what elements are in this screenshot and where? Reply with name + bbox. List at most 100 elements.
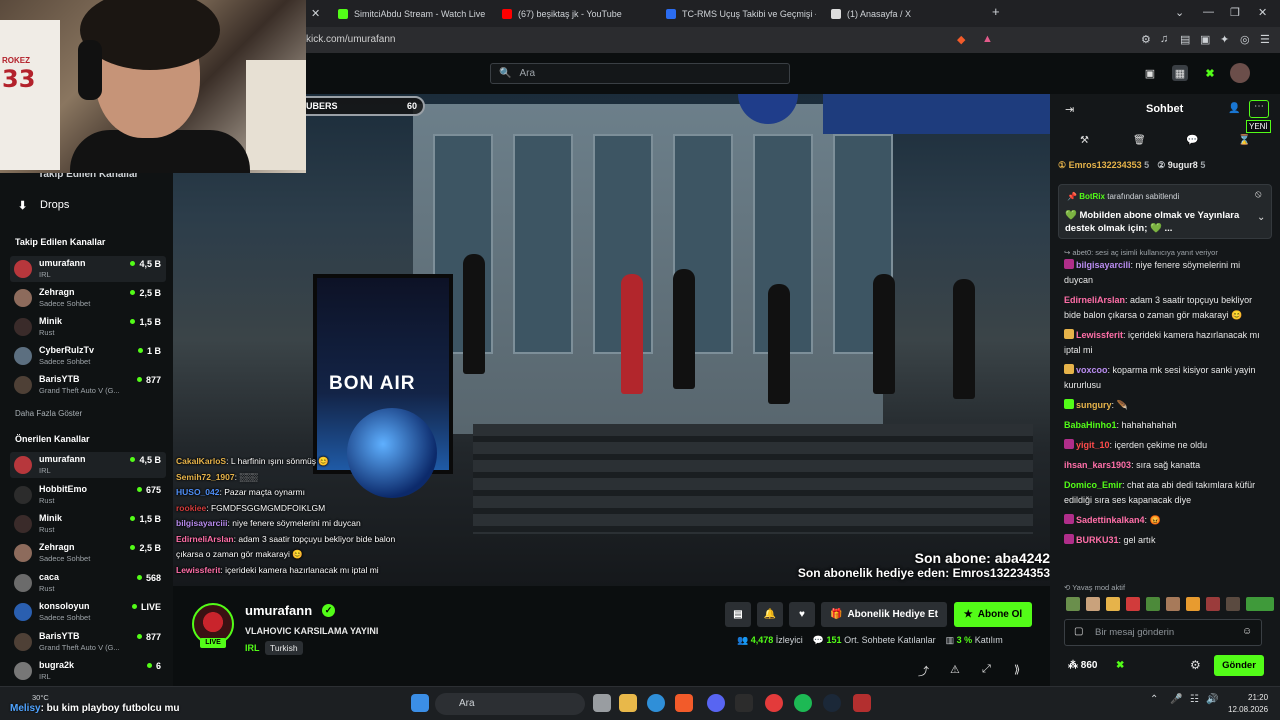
kick-icon[interactable]: ✖ <box>1116 660 1124 671</box>
chat-message[interactable]: BabaHinho1: hahahahahah <box>1064 418 1270 433</box>
emoji-icon[interactable]: ☺ <box>1242 626 1252 637</box>
gift-sub-button[interactable]: 🎁 Abonelik Hediye Et <box>821 602 947 627</box>
chat-username[interactable]: Sadettinkalkan4 <box>1076 515 1145 525</box>
chat-message[interactable]: EdirneliArslan: adam 3 saatir topçuyu be… <box>1064 293 1270 323</box>
expand-icon[interactable]: ⌄ <box>1257 212 1265 223</box>
url-field[interactable]: kick.com/umurafann <box>306 34 395 45</box>
sidebar-channel[interactable]: Minik Rust 1,5 B <box>10 511 166 537</box>
share-icon[interactable]: ⤴ <box>918 663 929 679</box>
chat-username[interactable]: BURKU31 <box>1076 535 1119 545</box>
vpn-icon[interactable]: ◎ <box>1240 33 1250 46</box>
collapse-chat-icon[interactable]: ⇥ <box>1065 103 1074 116</box>
media-icon[interactable]: ♫ <box>1160 33 1168 45</box>
channel-points[interactable]: ⁂ 860 <box>1068 660 1097 671</box>
wallet-icon[interactable]: ▣ <box>1200 33 1210 46</box>
brave-icon[interactable] <box>675 694 693 712</box>
sidebar-channel[interactable]: BarisYTB Grand Theft Auto V (G... 877 <box>10 629 166 655</box>
sidebar-channel[interactable]: Zehragn Sadece Sohbet 2,5 B <box>10 285 166 311</box>
sidebar-channel[interactable]: BarisYTB Grand Theft Auto V (G... 877 <box>10 372 166 398</box>
chat-input-icon[interactable]: ▢ <box>1074 626 1083 637</box>
sidebar-channel[interactable]: Zehragn Sadece Sohbet 2,5 B <box>10 540 166 566</box>
chat-username[interactable]: voxcoo <box>1076 365 1108 375</box>
browser-tab[interactable]: (67) beşiktaş jk - YouTube <box>502 3 652 25</box>
system-clock[interactable]: 21:20 12.08.2026 <box>1228 692 1268 716</box>
theater-mode-icon[interactable]: ⤢ <box>982 663 991 676</box>
chat-username[interactable]: ihsan_kars1903 <box>1064 460 1131 470</box>
tray-chevron-icon[interactable]: ⌃ <box>1150 694 1168 712</box>
brave-rewards-icon[interactable]: ▲ <box>982 33 993 45</box>
clips-icon[interactable]: ▣ <box>1142 65 1158 81</box>
maximize-icon[interactable]: ❐ <box>1230 6 1240 19</box>
browser-tab[interactable]: SimitciAbdu Stream - Watch Live on K <box>338 3 488 25</box>
file-explorer-icon[interactable] <box>619 694 637 712</box>
weather-widget[interactable]: 30°C <box>32 693 49 702</box>
sidebar-channel[interactable]: CyberRulzTv Sadece Sohbet 1 B <box>10 343 166 369</box>
chat-username[interactable]: sungury <box>1076 400 1112 410</box>
kick-points-icon[interactable]: ✖ <box>1202 65 1218 81</box>
sidebar-channel[interactable]: Minik Rust 1,5 B <box>10 314 166 340</box>
brave-shield-icon[interactable]: ◆ <box>957 33 965 46</box>
task-view-icon[interactable] <box>593 694 611 712</box>
emote-icon[interactable] <box>1246 597 1274 611</box>
chat-message[interactable]: ↪ abet0: sesi aç isimli kullanıcıya yanı… <box>1064 248 1270 288</box>
chat-message[interactable]: sungury: 🪶 <box>1064 398 1270 413</box>
close-window-icon[interactable]: ✕ <box>1258 6 1267 19</box>
sidebar-channel[interactable]: caca Rust 568 <box>10 570 166 596</box>
send-button[interactable]: Gönder <box>1214 655 1264 676</box>
chat-message[interactable]: BURKU31: gel artık <box>1064 533 1270 548</box>
emote-icon[interactable] <box>1146 597 1160 611</box>
report-icon[interactable]: ⚠ <box>950 663 960 676</box>
clip-button[interactable]: ▤ <box>725 602 751 627</box>
show-more-link[interactable]: Daha Fazla Göster <box>15 409 82 418</box>
chat-message[interactable]: Sadettinkalkan4: 😡 <box>1064 513 1270 528</box>
sidebar-channel[interactable]: umurafann IRL 4,5 B <box>10 452 166 478</box>
emote-icon[interactable] <box>1206 597 1220 611</box>
app-icon[interactable] <box>765 694 783 712</box>
extensions-icon[interactable]: ⚙ <box>1141 33 1151 46</box>
delete-icon[interactable]: 🗑 <box>1133 135 1146 146</box>
hide-chat-icon[interactable]: ⟫ <box>1014 663 1020 676</box>
windows-start-icon[interactable] <box>411 694 429 712</box>
chat-username[interactable]: BabaHinho1 <box>1064 420 1117 430</box>
app-icon[interactable] <box>853 694 871 712</box>
discord-icon[interactable] <box>707 694 725 712</box>
volume-icon[interactable]: 🔊 <box>1206 694 1224 712</box>
browser-tab[interactable]: TC-RMS Uçuş Takibi ve Geçmişi - Fligh <box>666 3 816 25</box>
unpin-icon[interactable]: ⦸ <box>1255 189 1262 200</box>
sidebar-icon[interactable]: ▤ <box>1180 33 1190 46</box>
sidebar-channel[interactable]: umurafann IRL 4,5 B <box>10 256 166 282</box>
spotify-icon[interactable] <box>794 694 812 712</box>
emote-icon[interactable] <box>1086 597 1100 611</box>
language-tag[interactable]: Turkish <box>265 641 303 655</box>
chat-bubble-icon[interactable]: 💬 <box>1186 135 1198 146</box>
gifter-item[interactable]: ② 9ugur8 5 <box>1157 160 1205 176</box>
timer-icon[interactable]: ⌛ <box>1238 135 1250 146</box>
epic-games-icon[interactable] <box>735 694 753 712</box>
menu-icon[interactable]: ☰ <box>1260 33 1270 46</box>
tab-list-icon[interactable]: ⌄ <box>1175 6 1184 19</box>
search-input[interactable]: 🔍 Ara <box>490 63 790 84</box>
mod-tools-icon[interactable]: ⚒ <box>1080 135 1089 146</box>
sidebar-item-drops[interactable]: Drops <box>40 199 69 211</box>
edge-icon[interactable] <box>647 694 665 712</box>
chat-message[interactable]: Lewissferit: içerideki kamera hazırlanac… <box>1064 328 1270 358</box>
chat-message[interactable]: Domico_Emir: chat ata abi dedi takımlara… <box>1064 478 1270 508</box>
sidebar-channel[interactable]: bugra2k IRL 6 <box>10 658 166 684</box>
streamer-name[interactable]: umurafann <box>245 603 312 618</box>
emote-icon[interactable] <box>1066 597 1080 611</box>
chat-message[interactable]: ihsan_kars1903: sıra sağ kanatta <box>1064 458 1270 473</box>
chat-gear-icon[interactable]: ⚙ <box>1190 658 1201 672</box>
drops-icon[interactable]: ⬇ <box>18 199 27 212</box>
close-tab-icon[interactable]: ✕ <box>311 7 320 20</box>
microphone-icon[interactable]: 🎤 <box>1170 694 1188 712</box>
emote-icon[interactable] <box>1126 597 1140 611</box>
pinned-message[interactable]: 📌 BotRix tarafından sabitlendi 💚 Mobilde… <box>1058 184 1272 239</box>
taskbar-search[interactable]: Ara <box>435 693 585 715</box>
dashboard-icon[interactable]: ▦ <box>1172 65 1188 81</box>
user-list-icon[interactable]: 👤 <box>1228 103 1240 114</box>
chat-message-input[interactable]: Bir mesaj gönderin <box>1064 619 1262 646</box>
subscribe-button[interactable]: ★ Abone Ol <box>954 602 1032 627</box>
follow-button[interactable]: ♥ <box>789 602 815 627</box>
emote-icon[interactable] <box>1106 597 1120 611</box>
chat-message[interactable]: yigit_10: içerden çekime ne oldu <box>1064 438 1270 453</box>
